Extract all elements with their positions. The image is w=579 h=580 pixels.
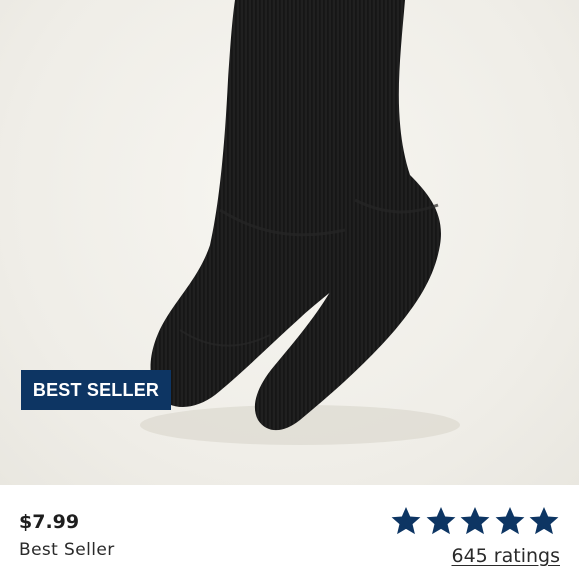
product-price: $7.99 [19, 511, 80, 533]
star-icon [391, 507, 421, 535]
product-card[interactable]: BEST SELLER $7.99 Best Seller 645 rating… [0, 0, 579, 580]
star-icon [426, 507, 455, 535]
rating-stars [390, 505, 560, 541]
best-seller-badge: BEST SELLER [21, 370, 171, 410]
star-icon [529, 507, 559, 535]
ratings-link[interactable]: 645 ratings [452, 545, 561, 567]
star-icon [460, 507, 490, 535]
star-icon [495, 507, 524, 535]
product-image[interactable]: BEST SELLER [0, 0, 579, 485]
product-subtitle: Best Seller [19, 540, 115, 560]
product-info: $7.99 Best Seller 645 ratings [0, 485, 579, 580]
sock-image [140, 0, 460, 445]
